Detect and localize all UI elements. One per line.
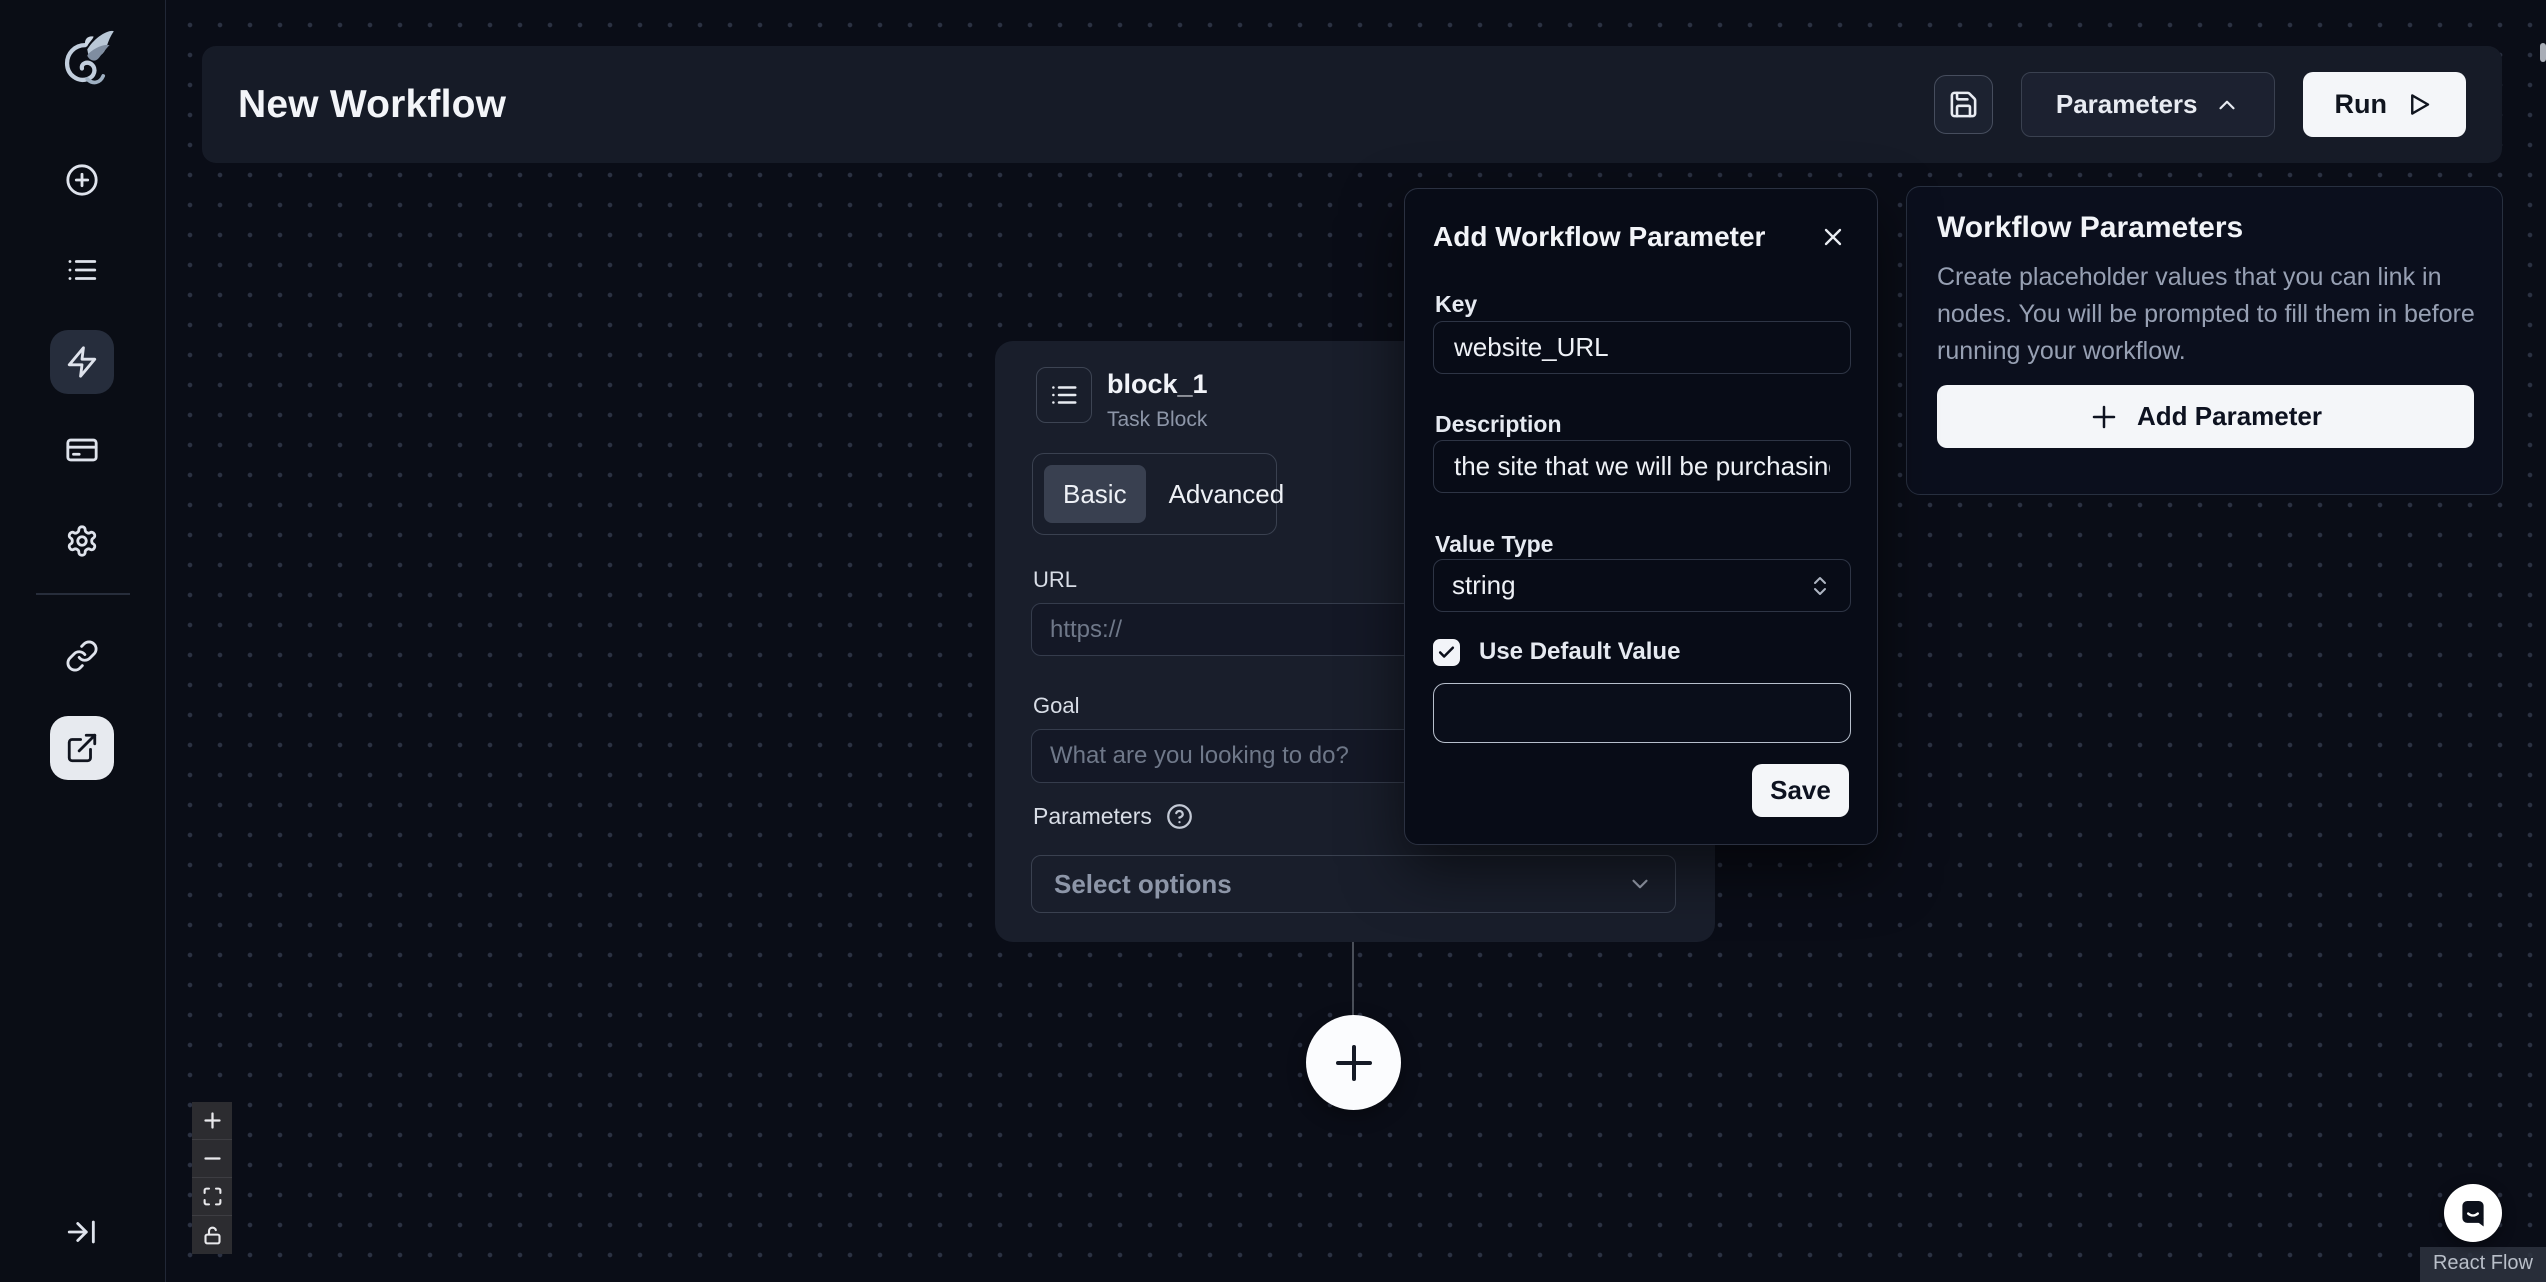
chat-bubble-icon [2456, 1196, 2490, 1230]
use-default-row: Use Default Value [1433, 638, 1680, 666]
sidebar-divider [36, 593, 130, 595]
parameters-button-label: Parameters [2056, 89, 2198, 120]
window-scrollbar-thumb[interactable] [2540, 43, 2546, 62]
tab-basic[interactable]: Basic [1044, 465, 1146, 523]
save-workflow-button[interactable] [1934, 75, 1993, 134]
block-tabs: Basic Advanced [1032, 453, 1277, 535]
zoom-in-button[interactable] [192, 1102, 232, 1140]
sidebar-item-billing[interactable] [50, 418, 114, 482]
task-block-header: block_1 Task Block [1036, 367, 1208, 432]
sidebar-item-settings[interactable] [50, 509, 114, 573]
chevron-up-icon [2214, 92, 2240, 118]
value-type-label: Value Type [1435, 531, 1553, 558]
default-value-input[interactable] [1433, 683, 1851, 743]
goal-label: Goal [1033, 693, 1079, 719]
link-icon [65, 639, 99, 673]
topbar: New Workflow Parameters Run [202, 46, 2502, 163]
sidebar-item-integrations[interactable] [50, 624, 114, 688]
fit-view-button[interactable] [192, 1178, 232, 1216]
block-name: block_1 [1107, 369, 1208, 400]
url-label: URL [1033, 567, 1077, 593]
arrow-right-to-line-icon [65, 1215, 99, 1249]
block-parameters-label: Parameters [1033, 803, 1152, 830]
modal-title: Add Workflow Parameter [1433, 221, 1765, 253]
plus-icon [2089, 402, 2119, 432]
play-icon [2405, 90, 2434, 119]
parameters-select-placeholder: Select options [1054, 869, 1232, 900]
lock-toggle-button[interactable] [192, 1216, 232, 1254]
plus-circle-icon [65, 163, 99, 197]
run-button-label: Run [2335, 89, 2387, 120]
gear-icon [65, 524, 99, 558]
list-icon [65, 253, 99, 287]
description-label: Description [1435, 411, 1562, 438]
help-circle-icon[interactable] [1166, 803, 1193, 830]
task-block-titles: block_1 Task Block [1107, 367, 1208, 432]
parameters-button[interactable]: Parameters [2021, 72, 2275, 137]
sidebar-collapse-button[interactable] [50, 1200, 114, 1264]
external-link-icon [65, 731, 99, 765]
chevrons-up-down-icon [1808, 574, 1832, 598]
check-icon [1437, 643, 1456, 662]
add-block-button[interactable] [1306, 1015, 1401, 1110]
credit-card-icon [65, 433, 99, 467]
use-default-checkbox[interactable] [1433, 639, 1460, 666]
list-icon [1049, 380, 1079, 410]
sidebar-item-share[interactable] [50, 716, 114, 780]
dragon-logo-icon [49, 26, 117, 103]
lightning-icon [65, 345, 99, 379]
tab-advanced[interactable]: Advanced [1150, 465, 1304, 523]
block-type-label: Task Block [1107, 408, 1208, 432]
react-flow-attribution[interactable]: React Flow [2420, 1247, 2546, 1282]
plus-icon [1330, 1039, 1378, 1087]
close-icon [1819, 223, 1847, 251]
sidebar-item-workflows[interactable] [50, 330, 114, 394]
add-parameter-button[interactable]: Add Parameter [1937, 385, 2474, 448]
value-type-value: string [1452, 570, 1516, 601]
description-input[interactable] [1433, 440, 1851, 493]
key-input[interactable] [1433, 321, 1851, 374]
panel-description: Create placeholder values that you can l… [1937, 259, 2477, 370]
skyvern-dragon-logo[interactable] [49, 26, 117, 102]
minus-icon [202, 1148, 223, 1169]
floppy-save-icon [1948, 89, 1979, 120]
workflow-canvas[interactable]: block_1 Task Block Basic Advanced URL Go… [166, 0, 2546, 1282]
block-parameters-row: Parameters [1033, 803, 1193, 830]
fit-view-icon [202, 1186, 223, 1207]
page-title: New Workflow [238, 83, 506, 127]
workflow-edge [1352, 942, 1354, 1017]
use-default-label: Use Default Value [1479, 638, 1680, 666]
chevron-down-icon [1627, 871, 1653, 897]
unlock-icon [202, 1225, 223, 1246]
sidebar [0, 0, 166, 1282]
run-button[interactable]: Run [2303, 72, 2466, 137]
add-parameter-label: Add Parameter [2137, 401, 2322, 432]
workflow-parameters-panel: Workflow Parameters Create placeholder v… [1906, 186, 2503, 495]
app-root: block_1 Task Block Basic Advanced URL Go… [0, 0, 2546, 1282]
sidebar-item-runs[interactable] [50, 238, 114, 302]
topbar-actions: Parameters Run [1934, 72, 2466, 137]
plus-icon [202, 1110, 223, 1131]
panel-title: Workflow Parameters [1937, 211, 2472, 245]
parameters-select[interactable]: Select options [1031, 855, 1676, 913]
modal-close-button[interactable] [1813, 217, 1853, 257]
canvas-controls [192, 1102, 232, 1254]
save-parameter-button[interactable]: Save [1752, 764, 1849, 817]
support-chat-button[interactable] [2444, 1184, 2502, 1242]
sidebar-item-create[interactable] [50, 148, 114, 212]
value-type-select[interactable]: string [1433, 559, 1851, 612]
task-block-icon [1036, 367, 1092, 423]
zoom-out-button[interactable] [192, 1140, 232, 1178]
add-parameter-modal: Add Workflow Parameter Key Description V… [1404, 188, 1878, 845]
key-label: Key [1435, 291, 1477, 318]
